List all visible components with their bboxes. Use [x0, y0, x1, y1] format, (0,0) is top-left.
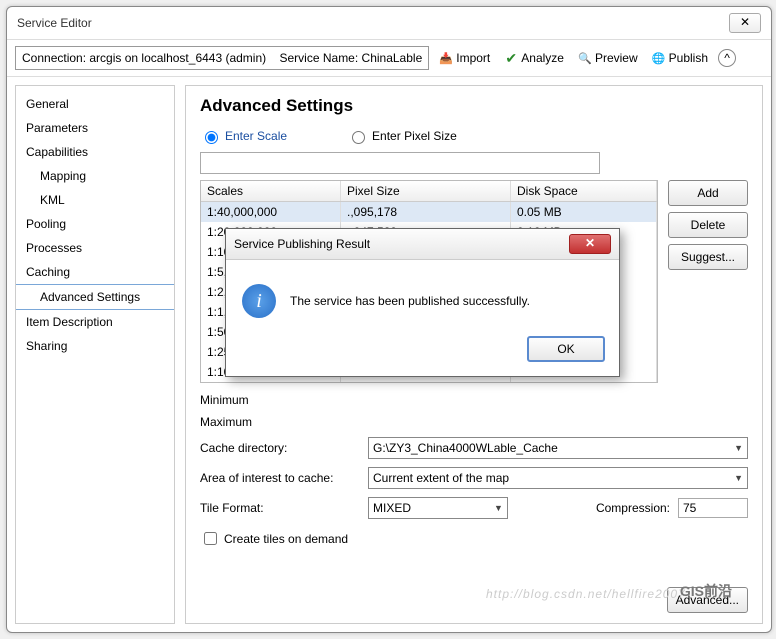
delete-button[interactable]: Delete	[668, 212, 748, 238]
sidebar-item-item-description[interactable]: Item Description	[16, 310, 174, 334]
watermark-text: http://blog.csdn.net/hellfire2007	[486, 587, 686, 601]
table-actions: Add Delete Suggest...	[668, 152, 748, 383]
sidebar-item-mapping[interactable]: Mapping	[16, 164, 174, 188]
radio-enter-scale-label: Enter Scale	[225, 129, 287, 143]
header-scales[interactable]: Scales	[201, 181, 341, 201]
scale-input[interactable]	[200, 152, 600, 174]
create-tiles-checkbox[interactable]	[204, 532, 217, 545]
radio-enter-scale-input[interactable]	[205, 131, 218, 144]
cache-dir-label: Cache directory:	[200, 441, 360, 455]
dialog-title: Service Publishing Result	[234, 237, 370, 251]
collapse-button[interactable]: ^	[718, 49, 736, 67]
window-title: Service Editor	[17, 16, 92, 30]
sidebar: General Parameters Capabilities Mapping …	[15, 85, 175, 624]
chevron-down-icon: ▼	[734, 473, 743, 483]
compression-label: Compression:	[596, 501, 670, 515]
dialog-titlebar: Service Publishing Result ✕	[226, 229, 619, 260]
tile-format-value: MIXED	[373, 501, 411, 515]
toolbar: Connection: arcgis on localhost_6443 (ad…	[7, 40, 771, 77]
check-icon: ✔	[504, 51, 518, 65]
analyze-label: Analyze	[521, 51, 564, 65]
radio-enter-pixel-input[interactable]	[352, 131, 365, 144]
sidebar-item-processes[interactable]: Processes	[16, 236, 174, 260]
sidebar-item-sharing[interactable]: Sharing	[16, 334, 174, 358]
import-label: Import	[456, 51, 490, 65]
publish-label: Publish	[669, 51, 708, 65]
table-cell: 0.05 MB	[511, 202, 657, 222]
sidebar-item-pooling[interactable]: Pooling	[16, 212, 174, 236]
sidebar-item-capabilities[interactable]: Capabilities	[16, 140, 174, 164]
publish-result-dialog: Service Publishing Result ✕ i The servic…	[225, 228, 620, 377]
cache-dir-combo[interactable]: G:\ZY3_China4000WLable_Cache ▼	[368, 437, 748, 459]
compression-input[interactable]	[678, 498, 748, 518]
maximum-label: Maximum	[200, 415, 252, 429]
preview-button[interactable]: 🔍 Preview	[574, 49, 642, 67]
table-cell: .,095,178	[341, 202, 511, 222]
sidebar-item-kml[interactable]: KML	[16, 188, 174, 212]
table-cell: 1:40,000,000	[201, 202, 341, 222]
minimum-label: Minimum	[200, 393, 249, 407]
suggest-button[interactable]: Suggest...	[668, 244, 748, 270]
titlebar: Service Editor ✕	[7, 7, 771, 40]
cache-dir-value: G:\ZY3_China4000WLable_Cache	[373, 441, 558, 455]
analyze-button[interactable]: ✔ Analyze	[500, 49, 568, 67]
sidebar-item-general[interactable]: General	[16, 92, 174, 116]
service-name-text: Service Name: ChinaLable	[280, 51, 423, 65]
connection-text: Connection: arcgis on localhost_6443 (ad…	[22, 51, 266, 65]
dialog-close-button[interactable]: ✕	[569, 234, 611, 254]
chevron-down-icon: ▼	[494, 503, 503, 513]
import-button[interactable]: 📥 Import	[435, 49, 494, 67]
aoi-label: Area of interest to cache:	[200, 471, 360, 485]
chevron-down-icon: ▼	[734, 443, 743, 453]
scale-mode-radios: Enter Scale Enter Pixel Size	[200, 128, 748, 144]
header-pixel-size[interactable]: Pixel Size	[341, 181, 511, 201]
radio-enter-pixel-label: Enter Pixel Size	[372, 129, 457, 143]
import-icon: 📥	[439, 51, 453, 65]
preview-icon: 🔍	[578, 51, 592, 65]
radio-enter-pixel[interactable]: Enter Pixel Size	[347, 128, 457, 144]
header-disk-space[interactable]: Disk Space	[511, 181, 657, 201]
ok-button[interactable]: OK	[527, 336, 605, 362]
publish-button[interactable]: 🌐 Publish	[648, 49, 712, 67]
aoi-combo[interactable]: Current extent of the map ▼	[368, 467, 748, 489]
add-button[interactable]: Add	[668, 180, 748, 206]
panel-heading: Advanced Settings	[200, 96, 748, 116]
create-tiles-label: Create tiles on demand	[224, 532, 348, 546]
sidebar-item-caching[interactable]: Caching	[16, 260, 174, 284]
tile-format-label: Tile Format:	[200, 501, 360, 515]
window-close-button[interactable]: ✕	[729, 13, 761, 33]
connection-info: Connection: arcgis on localhost_6443 (ad…	[15, 46, 429, 70]
preview-label: Preview	[595, 51, 638, 65]
info-icon: i	[242, 284, 276, 318]
table-header: Scales Pixel Size Disk Space	[201, 181, 657, 202]
table-row[interactable]: 1:40,000,000.,095,1780.05 MB	[201, 202, 657, 222]
radio-enter-scale[interactable]: Enter Scale	[200, 128, 287, 144]
tile-format-combo[interactable]: MIXED ▼	[368, 497, 508, 519]
aoi-value: Current extent of the map	[373, 471, 509, 485]
sidebar-item-advanced-settings[interactable]: Advanced Settings	[16, 284, 174, 310]
watermark-brand: GIS前沿	[680, 581, 732, 601]
dialog-message: The service has been published successfu…	[290, 294, 530, 308]
sidebar-item-parameters[interactable]: Parameters	[16, 116, 174, 140]
publish-icon: 🌐	[652, 51, 666, 65]
